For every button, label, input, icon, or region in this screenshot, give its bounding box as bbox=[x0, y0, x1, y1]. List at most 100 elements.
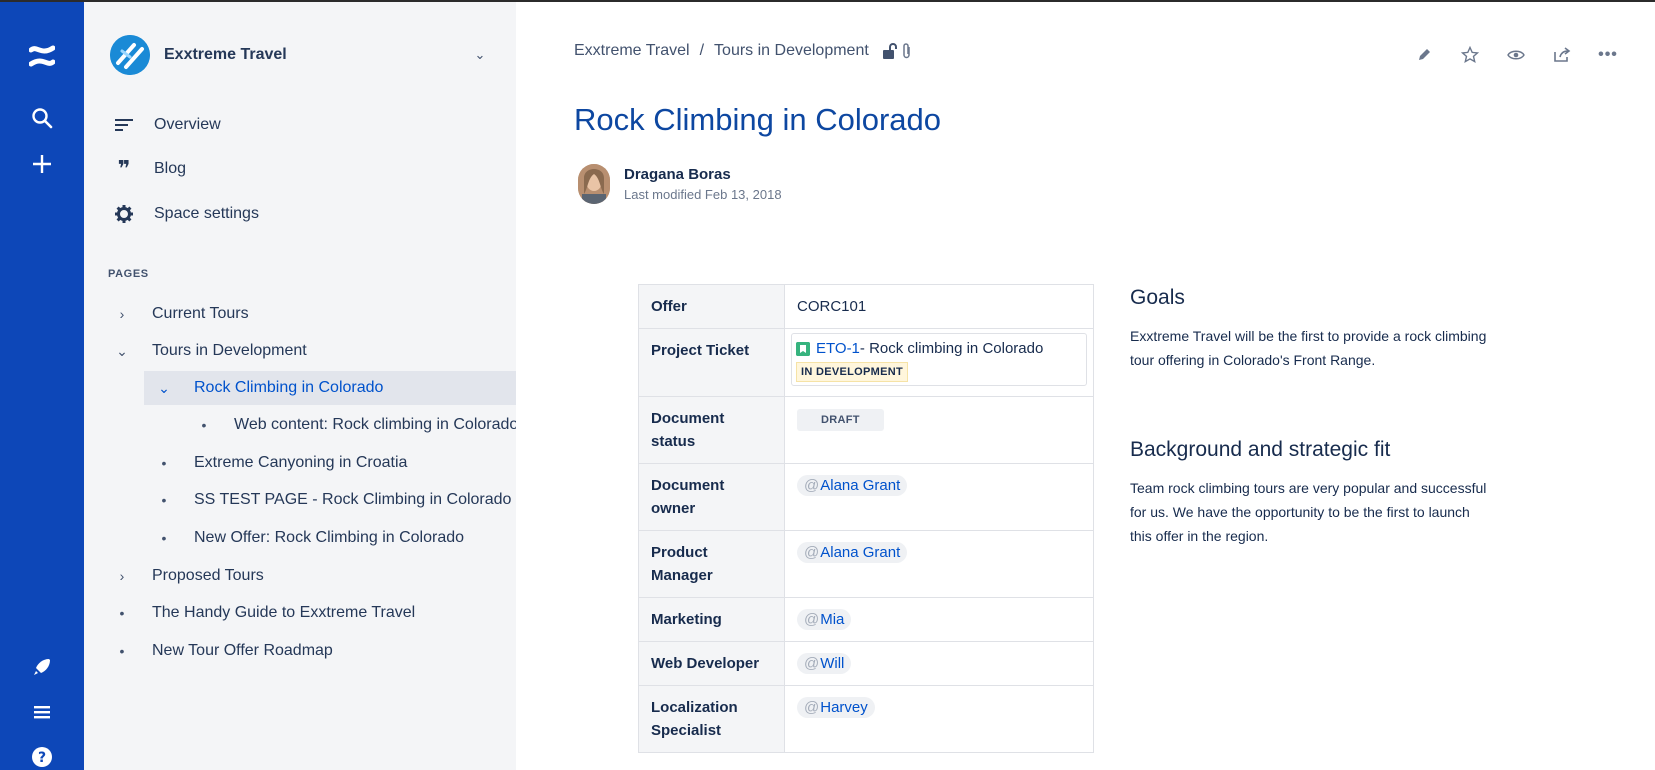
author-name[interactable]: Dragana Boras bbox=[624, 166, 782, 183]
bullet-icon: • bbox=[161, 530, 167, 546]
tree-item-current-tours[interactable]: › Current Tours bbox=[112, 297, 516, 331]
background-text: Team rock climbing tours are very popula… bbox=[1130, 480, 1487, 544]
watch-eye-icon[interactable] bbox=[1493, 40, 1539, 70]
bullet-icon: • bbox=[201, 417, 207, 433]
space-avatar bbox=[110, 35, 150, 75]
space-name: Exxtreme Travel bbox=[164, 46, 287, 63]
edit-pencil-icon[interactable] bbox=[1401, 40, 1447, 70]
pages-heading: PAGES bbox=[108, 268, 149, 280]
avatar[interactable] bbox=[578, 164, 610, 204]
tree-item-label: The Handy Guide to Exxtreme Travel bbox=[152, 604, 416, 621]
mention-at: @ bbox=[804, 655, 820, 672]
table-row: Localization Specialist @Harvey bbox=[638, 685, 1094, 753]
status-badge: IN DEVELOPMENT bbox=[796, 362, 908, 382]
sidebar-item-overview[interactable]: Overview bbox=[110, 108, 490, 142]
mention-name: Mia bbox=[820, 611, 845, 628]
mention-name: Alana Grant bbox=[820, 477, 901, 494]
chevron-right-icon[interactable]: › bbox=[112, 306, 132, 322]
menu-icon[interactable] bbox=[22, 692, 62, 732]
jira-issue-card[interactable]: ETO-1 - Rock climbing in Colorado IN DEV… bbox=[791, 333, 1087, 386]
table-row: Document status DRAFT bbox=[638, 396, 1094, 464]
tree-item-label: New Offer: Rock Climbing in Colorado bbox=[194, 529, 465, 546]
tree-item-ss-test-page[interactable]: • SS TEST PAGE - Rock Climbing in Colora… bbox=[154, 483, 516, 517]
svg-text:?: ? bbox=[38, 750, 46, 766]
breadcrumb-separator: / bbox=[699, 42, 705, 59]
last-modified[interactable]: Last modified Feb 13, 2018 bbox=[624, 187, 782, 202]
chevron-down-icon[interactable]: ⌄ bbox=[470, 47, 490, 63]
tree-item-handy-guide[interactable]: • The Handy Guide to Exxtreme Travel bbox=[112, 596, 516, 630]
table-row: Marketing @Mia bbox=[638, 597, 1094, 642]
tree-item-label: New Tour Offer Roadmap bbox=[152, 642, 333, 659]
share-icon[interactable] bbox=[1539, 40, 1585, 70]
rocket-icon[interactable] bbox=[22, 647, 62, 687]
bullet-icon: • bbox=[119, 605, 125, 621]
help-icon[interactable]: ? bbox=[22, 737, 62, 770]
mention-name: Harvey bbox=[820, 699, 868, 716]
user-mention[interactable]: @Alana Grant bbox=[797, 542, 908, 563]
tree-item-new-offer[interactable]: • New Offer: Rock Climbing in Colorado bbox=[154, 521, 516, 555]
table-row: Web Developer @Will bbox=[638, 641, 1094, 686]
confluence-window: ? Exxtreme Travel ⌄ Overview ❞ Blog Spac… bbox=[0, 0, 1655, 770]
chevron-down-icon[interactable]: ⌄ bbox=[112, 343, 132, 360]
row-header: Document owner bbox=[638, 463, 785, 531]
tree-item-label: Rock Climbing in Colorado bbox=[194, 379, 384, 396]
tree-item-label: Web content: Rock climbing in Colorado bbox=[234, 416, 516, 433]
space-switcher[interactable]: Exxtreme Travel ⌄ bbox=[110, 32, 490, 78]
breadcrumb-item-parent[interactable]: Tours in Development bbox=[714, 42, 869, 60]
tree-item-extreme-canyoning[interactable]: • Extreme Canyoning in Croatia bbox=[154, 446, 516, 480]
gear-icon bbox=[110, 202, 138, 226]
sidebar-item-space-settings[interactable]: Space settings bbox=[110, 197, 490, 231]
row-header: Localization Specialist bbox=[638, 685, 785, 753]
breadcrumb-item-space[interactable]: Exxtreme Travel bbox=[574, 42, 690, 60]
sidebar-item-label: Space settings bbox=[154, 205, 259, 222]
tree-item-roadmap[interactable]: • New Tour Offer Roadmap bbox=[112, 634, 516, 668]
background-heading: Background and strategic fit bbox=[1130, 438, 1391, 461]
sidebar-item-blog[interactable]: ❞ Blog bbox=[110, 152, 490, 186]
row-header: Product Manager bbox=[638, 530, 785, 598]
offer-value: CORC101 bbox=[784, 284, 1094, 329]
user-mention[interactable]: @Will bbox=[797, 653, 852, 674]
page-title: Rock Climbing in Colorado bbox=[574, 102, 941, 137]
mention-at: @ bbox=[804, 544, 820, 561]
row-header: Web Developer bbox=[638, 641, 785, 686]
user-mention[interactable]: @Mia bbox=[797, 609, 852, 630]
jira-issue-key[interactable]: ETO-1 bbox=[816, 337, 860, 360]
mention-name: Alana Grant bbox=[820, 544, 901, 561]
unlock-icon[interactable] bbox=[881, 42, 897, 60]
mention-at: @ bbox=[804, 477, 820, 494]
goals-section: Goals Exxtreme Travel will be the first … bbox=[1130, 286, 1490, 372]
table-row: Offer CORC101 bbox=[638, 284, 1094, 329]
chevron-right-icon[interactable]: › bbox=[112, 568, 132, 584]
table-row: Project Ticket ETO-1 - Rock climbing in … bbox=[638, 328, 1094, 397]
confluence-logo-icon[interactable] bbox=[22, 36, 62, 76]
chevron-down-icon[interactable]: ⌄ bbox=[154, 380, 174, 397]
search-icon[interactable] bbox=[22, 98, 62, 138]
page-actions: ••• bbox=[1401, 40, 1631, 70]
jira-issue-summary: - Rock climbing in Colorado bbox=[859, 340, 1044, 357]
user-mention[interactable]: @Harvey bbox=[797, 697, 875, 718]
tree-item-rock-climbing-in-colorado[interactable]: ⌄ Rock Climbing in Colorado bbox=[144, 371, 516, 405]
row-header: Document status bbox=[638, 396, 785, 464]
tree-item-web-content[interactable]: • Web content: Rock climbing in Colorado bbox=[194, 408, 516, 442]
sidebar-item-label: Overview bbox=[154, 116, 221, 133]
tree-item-proposed-tours[interactable]: › Proposed Tours bbox=[112, 559, 516, 593]
mention-name: Will bbox=[820, 655, 845, 672]
row-header: Marketing bbox=[638, 597, 785, 642]
breadcrumb: Exxtreme Travel / Tours in Development bbox=[574, 42, 913, 60]
tree-item-tours-in-development[interactable]: ⌄ Tours in Development bbox=[112, 334, 516, 368]
more-options-icon[interactable]: ••• bbox=[1585, 40, 1631, 70]
status-badge: DRAFT bbox=[797, 409, 884, 431]
goals-text: Exxtreme Travel will be the first to pro… bbox=[1130, 328, 1487, 368]
table-row: Document owner @Alana Grant bbox=[638, 463, 1094, 531]
create-plus-icon[interactable] bbox=[22, 144, 62, 184]
overview-icon bbox=[110, 113, 138, 137]
space-sidebar: Exxtreme Travel ⌄ Overview ❞ Blog Space … bbox=[84, 2, 516, 770]
tree-item-label: Proposed Tours bbox=[152, 567, 264, 584]
attachment-icon[interactable] bbox=[901, 42, 913, 60]
bullet-icon: • bbox=[161, 455, 167, 471]
star-icon[interactable] bbox=[1447, 40, 1493, 70]
user-mention[interactable]: @Alana Grant bbox=[797, 475, 908, 496]
tree-item-label: SS TEST PAGE - Rock Climbing in Colorado bbox=[194, 491, 512, 508]
goals-heading: Goals bbox=[1130, 286, 1185, 309]
quote-icon: ❞ bbox=[117, 156, 131, 181]
